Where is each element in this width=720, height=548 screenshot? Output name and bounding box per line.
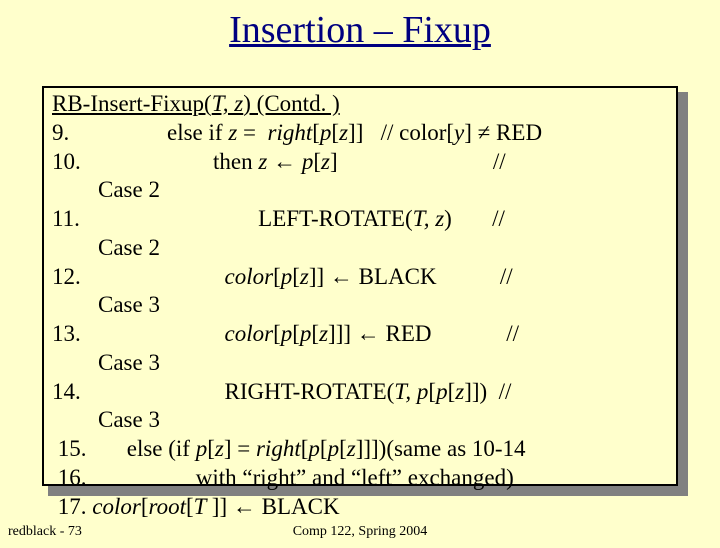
line-16: 16. with “right” and “left” exchanged)	[52, 464, 668, 493]
line-17: 17. color[root[T ]] ← BLACK	[52, 493, 668, 522]
line-11: 11. LEFT-ROTATE(T, z) //	[52, 205, 668, 234]
line-10: 10. then z ← p[z] //	[52, 148, 668, 177]
slide-title: Insertion – Fixup	[0, 8, 720, 52]
t: T, z	[212, 91, 244, 116]
case-3a: Case 3	[52, 291, 668, 320]
line-12: 12. color[p[z]] ← BLACK //	[52, 263, 668, 292]
case-2b: Case 2	[52, 234, 668, 263]
line-13: 13. color[p[p[z]]] ← RED //	[52, 320, 668, 349]
t: RB-Insert-Fixup(	[52, 91, 212, 116]
algo-header: RB-Insert-Fixup(T, z) (Contd. )	[52, 90, 668, 119]
t: ) (Contd. )	[243, 91, 339, 116]
line-15: 15. else (if p[z] = right[p[p[z]]])(same…	[52, 435, 668, 464]
line-14: 14. RIGHT-ROTATE(T, p[p[z]]) //	[52, 378, 668, 407]
case-3c: Case 3	[52, 406, 668, 435]
line-9: 9. else if z = right[p[z]] // color[y] ≠…	[52, 119, 668, 148]
codebox: RB-Insert-Fixup(T, z) (Contd. ) 9. else …	[42, 86, 678, 486]
footer-center: Comp 122, Spring 2004	[0, 524, 720, 540]
case-2a: Case 2	[52, 176, 668, 205]
case-3b: Case 3	[52, 349, 668, 378]
